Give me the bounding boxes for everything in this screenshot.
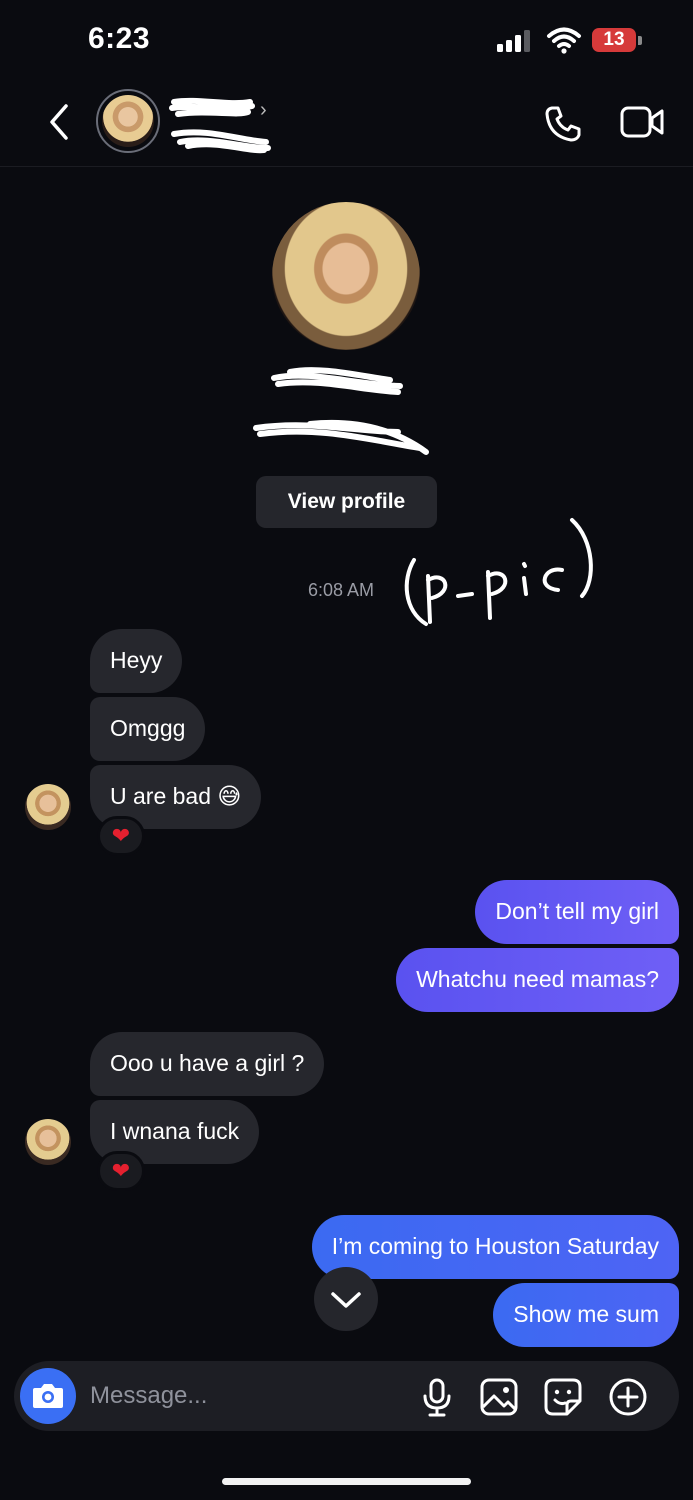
sender-avatar[interactable] [25,1119,71,1165]
status-time: 6:23 [88,22,151,55]
message-incoming[interactable]: Heyy [90,629,183,693]
chevron-left-icon[interactable] [44,100,74,144]
battery-indicator: 13 [592,28,642,52]
message-outgoing[interactable]: Show me sum [493,1283,679,1347]
message-incoming[interactable]: Ooo u have a girl ? [90,1032,325,1096]
gallery-icon[interactable] [479,1377,519,1417]
handwritten-annotation [404,518,593,626]
wifi-icon [547,27,581,54]
add-circle-icon[interactable] [608,1377,648,1417]
battery-level: 13 [603,29,625,50]
thread-timestamp: 6:08 AM [308,580,375,600]
sticker-icon[interactable] [543,1377,583,1417]
camera-icon [33,1384,63,1408]
message-outgoing[interactable]: Don’t tell my girl [475,880,679,944]
phone-icon[interactable] [543,104,583,144]
profile-photo[interactable] [272,202,420,350]
header-avatar[interactable] [96,89,160,153]
cellular-signal-icon [497,30,530,52]
message-outgoing[interactable]: Whatchu need mamas? [396,948,679,1012]
scroll-to-bottom-button[interactable] [314,1267,378,1331]
home-indicator[interactable] [222,1478,471,1485]
microphone-icon[interactable] [417,1377,457,1417]
header-divider [0,166,693,167]
sender-avatar[interactable] [25,784,71,830]
redacted-username-scribble [253,367,429,455]
message-input[interactable] [90,1378,390,1414]
chevron-down-icon [331,1292,361,1308]
heart-reaction-icon[interactable]: ❤ [97,1151,145,1191]
video-camera-icon[interactable] [620,104,664,140]
camera-button[interactable] [20,1368,76,1424]
message-incoming[interactable]: Omggg [90,697,206,761]
chevron-right-icon[interactable]: › [260,99,267,122]
heart-reaction-icon[interactable]: ❤ [97,816,145,856]
